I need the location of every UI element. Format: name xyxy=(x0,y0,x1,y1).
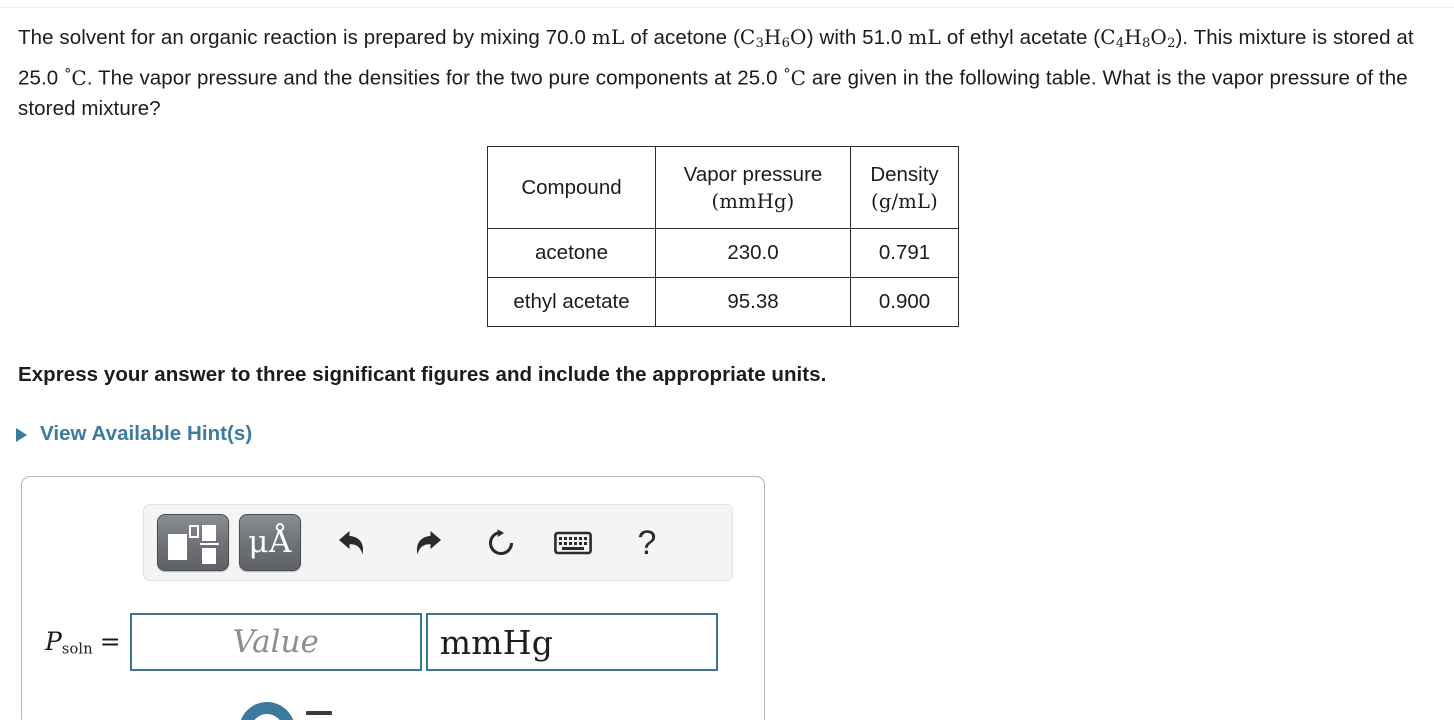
question-page: The solvent for an organic reaction is p… xyxy=(0,0,1454,720)
header-density-line1: Density xyxy=(870,162,939,186)
keyboard-icon xyxy=(554,531,592,554)
redo-arrow-icon xyxy=(416,530,441,554)
header-compound: Compound xyxy=(487,146,656,229)
question-text-part6: . The vapor pressure and the densities f… xyxy=(86,66,784,90)
undo-arrow-icon xyxy=(339,530,364,554)
header-vapor-pressure-line1: Vapor pressure xyxy=(683,162,823,186)
answer-variable-subscript: soln xyxy=(61,641,93,658)
cell-density: 0.791 xyxy=(850,228,959,278)
help-button[interactable]: ? xyxy=(621,519,673,567)
cell-compound: acetone xyxy=(487,228,656,278)
answer-variable-label: Psoln = xyxy=(45,626,121,658)
submit-circle-inner xyxy=(251,714,283,720)
cell-vapor-pressure: 230.0 xyxy=(655,228,851,278)
answer-units-value: mmHg xyxy=(439,622,554,662)
answer-toolbar: μÅ ? xyxy=(143,504,733,581)
view-hints-label: View Available Hint(s) xyxy=(40,422,253,445)
keyboard-button[interactable] xyxy=(547,519,599,567)
header-vapor-pressure: Vapor pressure (mmHg) xyxy=(655,146,851,229)
header-vapor-pressure-units: (mmHg) xyxy=(711,189,795,213)
answer-instruction: Express your answer to three significant… xyxy=(18,363,827,386)
cell-compound: ethyl acetate xyxy=(487,277,656,327)
units-button[interactable]: μÅ xyxy=(239,514,301,571)
undo-button[interactable] xyxy=(327,519,379,567)
temperature-unit-1: °C xyxy=(64,65,87,90)
answer-input-row: Psoln = Value mmHg xyxy=(45,613,718,671)
formula-acetone: C3H6O xyxy=(739,25,807,51)
question-mark-icon: ? xyxy=(637,523,657,562)
math-template-icon xyxy=(167,523,219,564)
question-text: The solvent for an organic reaction is p… xyxy=(18,22,1418,125)
question-text-part1: The solvent for an organic reaction is p… xyxy=(18,26,592,49)
unit-ml-2: mL xyxy=(908,25,942,49)
math-template-button[interactable] xyxy=(157,514,229,571)
triangle-right-icon xyxy=(16,427,27,442)
header-density-units: (g/mL) xyxy=(871,189,938,213)
equals-sign: = xyxy=(99,626,121,656)
view-hints-link[interactable]: View Available Hint(s) xyxy=(16,422,252,446)
temperature-unit-2: °C xyxy=(783,65,807,90)
table-header-row: Compound Vapor pressure (mmHg) Density (… xyxy=(487,146,959,229)
answer-value-placeholder: Value xyxy=(232,624,319,660)
answer-value-input[interactable]: Value xyxy=(129,613,422,671)
redo-button[interactable] xyxy=(401,519,453,567)
question-text-part2: of acetone ( xyxy=(624,26,740,49)
unit-ml-1: mL xyxy=(591,25,625,49)
answer-units-input[interactable]: mmHg xyxy=(425,613,718,671)
header-density: Density (g/mL) xyxy=(850,146,959,229)
table-row: acetone 230.0 0.791 xyxy=(487,228,959,278)
reset-button[interactable] xyxy=(475,519,527,567)
submit-dash-marker xyxy=(306,711,332,715)
question-text-part3: ) with 51.0 xyxy=(806,26,909,49)
properties-table: Compound Vapor pressure (mmHg) Density (… xyxy=(487,146,959,327)
table-row: ethyl acetate 95.38 0.900 xyxy=(487,277,959,327)
micro-angstrom-icon: μÅ xyxy=(248,524,292,560)
formula-ethyl-acetate: C4H8O2 xyxy=(1100,25,1176,51)
reset-circular-arrow-icon xyxy=(488,528,514,555)
top-divider xyxy=(0,7,1454,8)
question-text-part4: of ethyl acetate ( xyxy=(941,26,1101,49)
cell-vapor-pressure: 95.38 xyxy=(655,277,851,327)
answer-panel: μÅ ? Psoln = Value mmHg xyxy=(21,476,765,720)
cell-density: 0.900 xyxy=(850,277,959,327)
